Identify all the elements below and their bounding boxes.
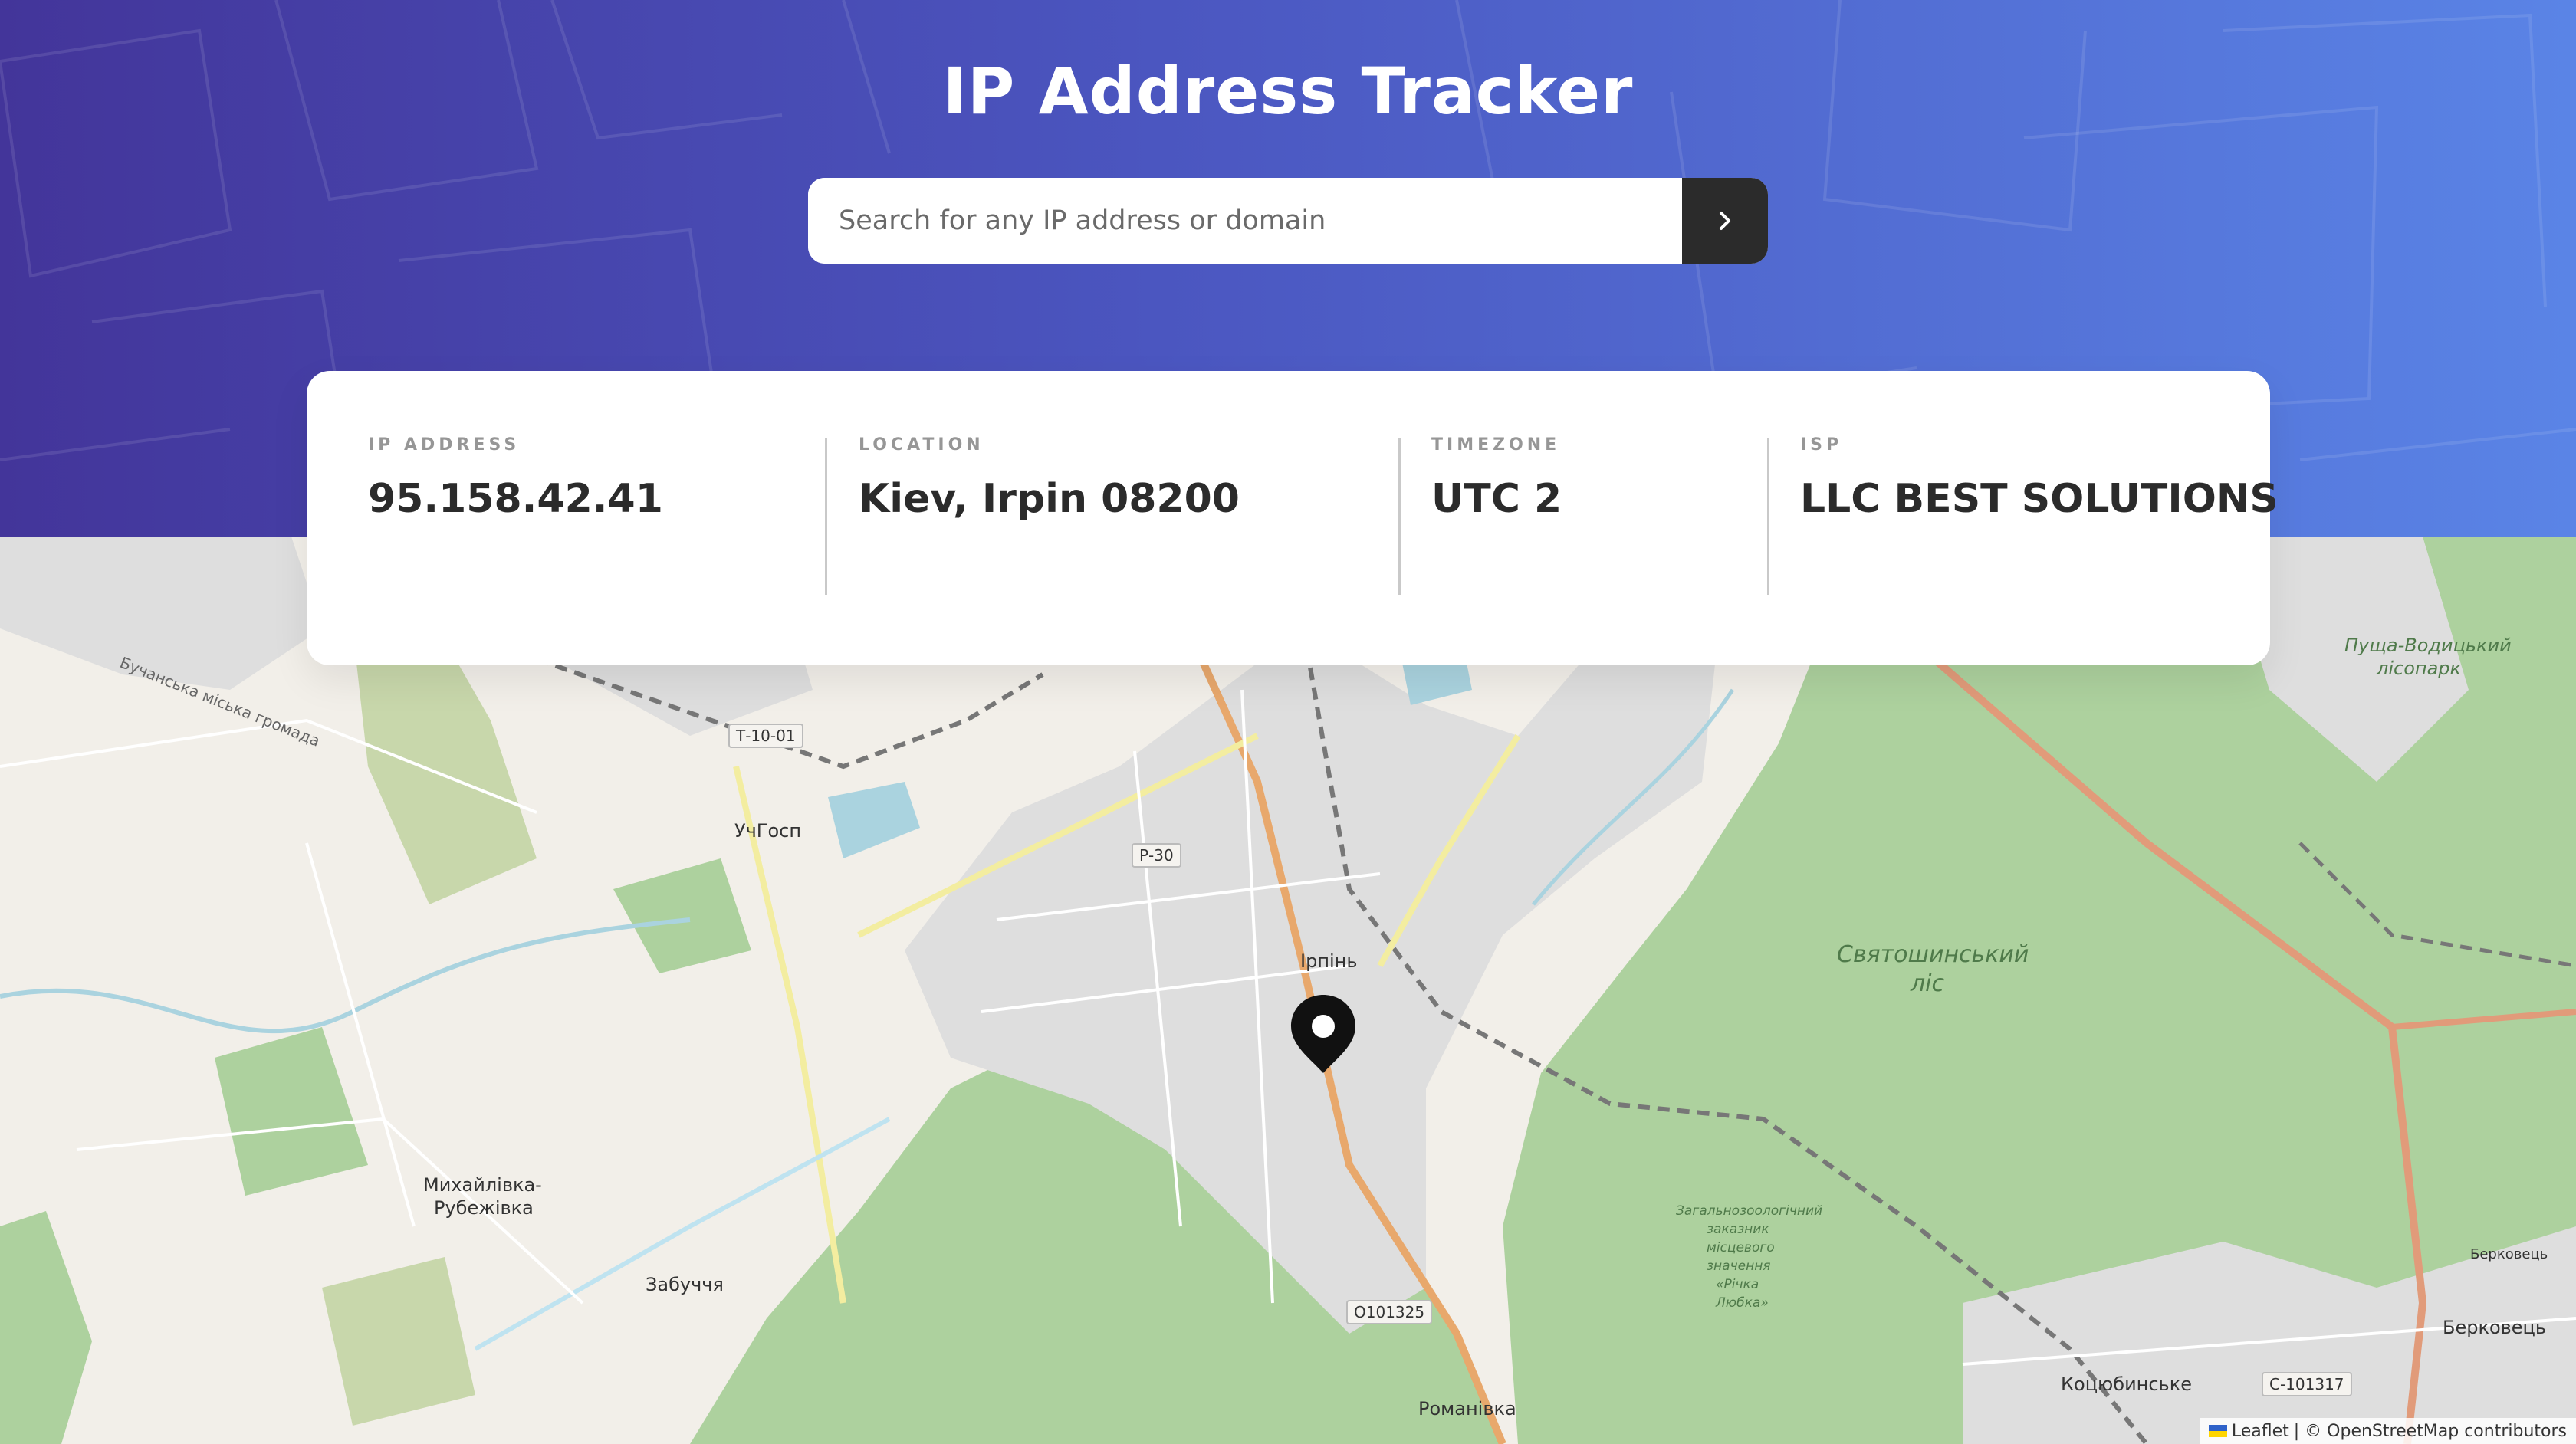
chevron-right-icon [1720, 212, 1730, 230]
info-timezone: TIMEZONE UTC 2 [1431, 435, 1562, 522]
map-attribution: Leaflet | © OpenStreetMap contributors [2199, 1418, 2576, 1444]
road-shield: Р-30 [1132, 843, 1181, 868]
map-label-zakaznyk: заказник [1707, 1222, 1769, 1237]
info-isp: ISP LLC BEST SOLUTIONS [1800, 435, 2279, 522]
map-label-zakaznyk: значення [1707, 1259, 1771, 1274]
info-value: 95.158.42.41 [368, 476, 663, 522]
leaflet-link[interactable]: Leaflet [2232, 1422, 2289, 1441]
divider [1398, 438, 1401, 595]
road-shield: С-101317 [2262, 1372, 2352, 1396]
map-label-mykhailivka: Михайлівка- [423, 1174, 542, 1196]
map-label-pushcha-2: лісопарк [2377, 658, 2462, 679]
map-label-berkovets-small: Берковець [2470, 1246, 2548, 1262]
page-title: IP Address Tracker [942, 54, 1634, 129]
info-value: LLC BEST SOLUTIONS [1800, 476, 2279, 522]
divider [1767, 438, 1769, 595]
ip-info-card: IP ADDRESS 95.158.42.41 LOCATION Kiev, I… [307, 371, 2279, 665]
map-label-zakaznyk: місцевого [1707, 1240, 1775, 1255]
osm-attribution: | © OpenStreetMap contributors [2293, 1421, 2567, 1441]
map-label-pushcha-1: Пуща-Водицький [2344, 635, 2512, 656]
map-label-irpin: Ірпінь [1300, 950, 1358, 972]
map-label-lis: ліс [1911, 970, 1945, 997]
map-label-rubezhivka: Рубежівка [434, 1197, 534, 1219]
info-value: Kiev, Irpin 08200 [859, 476, 1240, 522]
info-label: LOCATION [859, 435, 984, 455]
location-pin-icon[interactable] [1288, 992, 1359, 1076]
info-value: UTC 2 [1431, 476, 1562, 522]
search-bar [808, 178, 1768, 264]
ukraine-flag-icon [2208, 1425, 2227, 1437]
map-label-zabuchchia: Забуччя [646, 1274, 724, 1295]
map-label-berkovets: Берковець [2443, 1317, 2547, 1338]
map-label-sviatoshynskyi: Святошинський [1837, 941, 2029, 968]
map-label-zakaznyk: «Річка [1716, 1277, 1760, 1292]
map-label-kotsiubynske: Коцюбинське [2061, 1373, 2192, 1395]
road-shield: Т-10-01 [728, 724, 803, 748]
info-label: TIMEZONE [1431, 435, 1561, 455]
info-label: ISP [1800, 435, 1843, 455]
search-input[interactable] [808, 178, 1682, 264]
divider [825, 438, 827, 595]
map-label-romanivka: Романівка [1418, 1398, 1516, 1419]
map-label-zakaznyk: Загальнозоологічний [1676, 1203, 1823, 1219]
info-ip-address: IP ADDRESS 95.158.42.41 [368, 435, 663, 522]
map-label-uchhosp: УчГосп [734, 820, 802, 842]
info-label: IP ADDRESS [368, 435, 521, 455]
map[interactable]: Ірпінь УчГосп Михайлівка- Рубежівка Забу… [0, 537, 2576, 1444]
map-label-zakaznyk: Любка» [1716, 1295, 1769, 1311]
road-shield: О101325 [1346, 1300, 1433, 1324]
info-location: LOCATION Kiev, Irpin 08200 [859, 435, 1240, 522]
search-submit-button[interactable] [1682, 178, 1768, 264]
map-tiles[interactable] [0, 537, 2576, 1444]
